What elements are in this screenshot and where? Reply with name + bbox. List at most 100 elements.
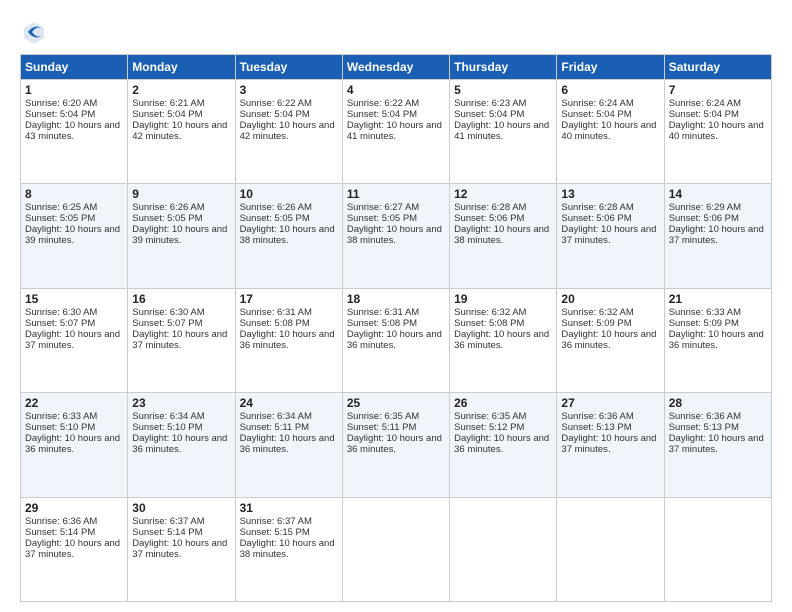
- daylight: Daylight: 10 hours and 36 minutes.: [347, 433, 442, 455]
- sunset: Sunset: 5:05 PM: [25, 213, 95, 224]
- sunset: Sunset: 5:04 PM: [240, 109, 310, 120]
- sunrise: Sunrise: 6:22 AM: [240, 98, 312, 109]
- day-cell: [557, 497, 664, 601]
- day-number: 3: [240, 83, 338, 97]
- day-cell: 28Sunrise: 6:36 AMSunset: 5:13 PMDayligh…: [664, 393, 771, 497]
- daylight: Daylight: 10 hours and 38 minutes.: [240, 224, 335, 246]
- sunrise: Sunrise: 6:22 AM: [347, 98, 419, 109]
- sunrise: Sunrise: 6:21 AM: [132, 98, 204, 109]
- day-cell: 12Sunrise: 6:28 AMSunset: 5:06 PMDayligh…: [450, 184, 557, 288]
- day-number: 4: [347, 83, 445, 97]
- sunrise: Sunrise: 6:32 AM: [561, 307, 633, 318]
- day-cell: 3Sunrise: 6:22 AMSunset: 5:04 PMDaylight…: [235, 80, 342, 184]
- day-number: 10: [240, 187, 338, 201]
- daylight: Daylight: 10 hours and 36 minutes.: [132, 433, 227, 455]
- day-number: 27: [561, 396, 659, 410]
- day-number: 25: [347, 396, 445, 410]
- day-number: 24: [240, 396, 338, 410]
- day-cell: 30Sunrise: 6:37 AMSunset: 5:14 PMDayligh…: [128, 497, 235, 601]
- sunset: Sunset: 5:11 PM: [347, 422, 417, 433]
- day-number: 9: [132, 187, 230, 201]
- sunrise: Sunrise: 6:26 AM: [240, 202, 312, 213]
- daylight: Daylight: 10 hours and 38 minutes.: [347, 224, 442, 246]
- day-cell: 13Sunrise: 6:28 AMSunset: 5:06 PMDayligh…: [557, 184, 664, 288]
- sunset: Sunset: 5:06 PM: [669, 213, 739, 224]
- day-cell: 17Sunrise: 6:31 AMSunset: 5:08 PMDayligh…: [235, 288, 342, 392]
- day-cell: 2Sunrise: 6:21 AMSunset: 5:04 PMDaylight…: [128, 80, 235, 184]
- sunrise: Sunrise: 6:37 AM: [132, 516, 204, 527]
- sunset: Sunset: 5:08 PM: [240, 318, 310, 329]
- day-number: 20: [561, 292, 659, 306]
- sunrise: Sunrise: 6:35 AM: [347, 411, 419, 422]
- day-number: 16: [132, 292, 230, 306]
- sunset: Sunset: 5:15 PM: [240, 527, 310, 538]
- daylight: Daylight: 10 hours and 37 minutes.: [25, 329, 120, 351]
- sunrise: Sunrise: 6:34 AM: [240, 411, 312, 422]
- day-cell: 24Sunrise: 6:34 AMSunset: 5:11 PMDayligh…: [235, 393, 342, 497]
- day-number: 29: [25, 501, 123, 515]
- header-cell-thursday: Thursday: [450, 55, 557, 80]
- header-cell-friday: Friday: [557, 55, 664, 80]
- day-cell: 29Sunrise: 6:36 AMSunset: 5:14 PMDayligh…: [21, 497, 128, 601]
- day-cell: 22Sunrise: 6:33 AMSunset: 5:10 PMDayligh…: [21, 393, 128, 497]
- daylight: Daylight: 10 hours and 37 minutes.: [669, 433, 764, 455]
- sunrise: Sunrise: 6:25 AM: [25, 202, 97, 213]
- daylight: Daylight: 10 hours and 42 minutes.: [240, 120, 335, 142]
- day-number: 8: [25, 187, 123, 201]
- daylight: Daylight: 10 hours and 36 minutes.: [240, 433, 335, 455]
- sunrise: Sunrise: 6:20 AM: [25, 98, 97, 109]
- calendar-header: SundayMondayTuesdayWednesdayThursdayFrid…: [21, 55, 772, 80]
- sunrise: Sunrise: 6:33 AM: [25, 411, 97, 422]
- week-row-3: 15Sunrise: 6:30 AMSunset: 5:07 PMDayligh…: [21, 288, 772, 392]
- day-number: 21: [669, 292, 767, 306]
- day-number: 15: [25, 292, 123, 306]
- sunset: Sunset: 5:10 PM: [25, 422, 95, 433]
- daylight: Daylight: 10 hours and 38 minutes.: [240, 538, 335, 560]
- day-number: 1: [25, 83, 123, 97]
- sunset: Sunset: 5:14 PM: [132, 527, 202, 538]
- sunrise: Sunrise: 6:28 AM: [454, 202, 526, 213]
- day-number: 30: [132, 501, 230, 515]
- daylight: Daylight: 10 hours and 37 minutes.: [132, 329, 227, 351]
- header-cell-wednesday: Wednesday: [342, 55, 449, 80]
- daylight: Daylight: 10 hours and 37 minutes.: [132, 538, 227, 560]
- sunrise: Sunrise: 6:28 AM: [561, 202, 633, 213]
- sunrise: Sunrise: 6:27 AM: [347, 202, 419, 213]
- daylight: Daylight: 10 hours and 36 minutes.: [25, 433, 120, 455]
- sunset: Sunset: 5:04 PM: [669, 109, 739, 120]
- sunset: Sunset: 5:04 PM: [347, 109, 417, 120]
- sunrise: Sunrise: 6:29 AM: [669, 202, 741, 213]
- sunset: Sunset: 5:04 PM: [25, 109, 95, 120]
- sunrise: Sunrise: 6:31 AM: [240, 307, 312, 318]
- day-cell: 18Sunrise: 6:31 AMSunset: 5:08 PMDayligh…: [342, 288, 449, 392]
- week-row-1: 1Sunrise: 6:20 AMSunset: 5:04 PMDaylight…: [21, 80, 772, 184]
- logo-icon: [20, 18, 48, 46]
- day-cell: 7Sunrise: 6:24 AMSunset: 5:04 PMDaylight…: [664, 80, 771, 184]
- day-cell: 14Sunrise: 6:29 AMSunset: 5:06 PMDayligh…: [664, 184, 771, 288]
- sunset: Sunset: 5:04 PM: [454, 109, 524, 120]
- day-cell: 26Sunrise: 6:35 AMSunset: 5:12 PMDayligh…: [450, 393, 557, 497]
- calendar-page: SundayMondayTuesdayWednesdayThursdayFrid…: [0, 0, 792, 612]
- day-number: 7: [669, 83, 767, 97]
- daylight: Daylight: 10 hours and 39 minutes.: [25, 224, 120, 246]
- week-row-5: 29Sunrise: 6:36 AMSunset: 5:14 PMDayligh…: [21, 497, 772, 601]
- header: [20, 18, 772, 46]
- sunrise: Sunrise: 6:36 AM: [25, 516, 97, 527]
- header-cell-monday: Monday: [128, 55, 235, 80]
- sunrise: Sunrise: 6:36 AM: [669, 411, 741, 422]
- daylight: Daylight: 10 hours and 43 minutes.: [25, 120, 120, 142]
- day-cell: 27Sunrise: 6:36 AMSunset: 5:13 PMDayligh…: [557, 393, 664, 497]
- day-number: 26: [454, 396, 552, 410]
- day-number: 13: [561, 187, 659, 201]
- calendar-body: 1Sunrise: 6:20 AMSunset: 5:04 PMDaylight…: [21, 80, 772, 602]
- daylight: Daylight: 10 hours and 37 minutes.: [669, 224, 764, 246]
- sunset: Sunset: 5:04 PM: [132, 109, 202, 120]
- daylight: Daylight: 10 hours and 39 minutes.: [132, 224, 227, 246]
- daylight: Daylight: 10 hours and 42 minutes.: [132, 120, 227, 142]
- day-cell: 8Sunrise: 6:25 AMSunset: 5:05 PMDaylight…: [21, 184, 128, 288]
- week-row-2: 8Sunrise: 6:25 AMSunset: 5:05 PMDaylight…: [21, 184, 772, 288]
- day-number: 14: [669, 187, 767, 201]
- sunrise: Sunrise: 6:26 AM: [132, 202, 204, 213]
- daylight: Daylight: 10 hours and 36 minutes.: [454, 433, 549, 455]
- day-cell: 5Sunrise: 6:23 AMSunset: 5:04 PMDaylight…: [450, 80, 557, 184]
